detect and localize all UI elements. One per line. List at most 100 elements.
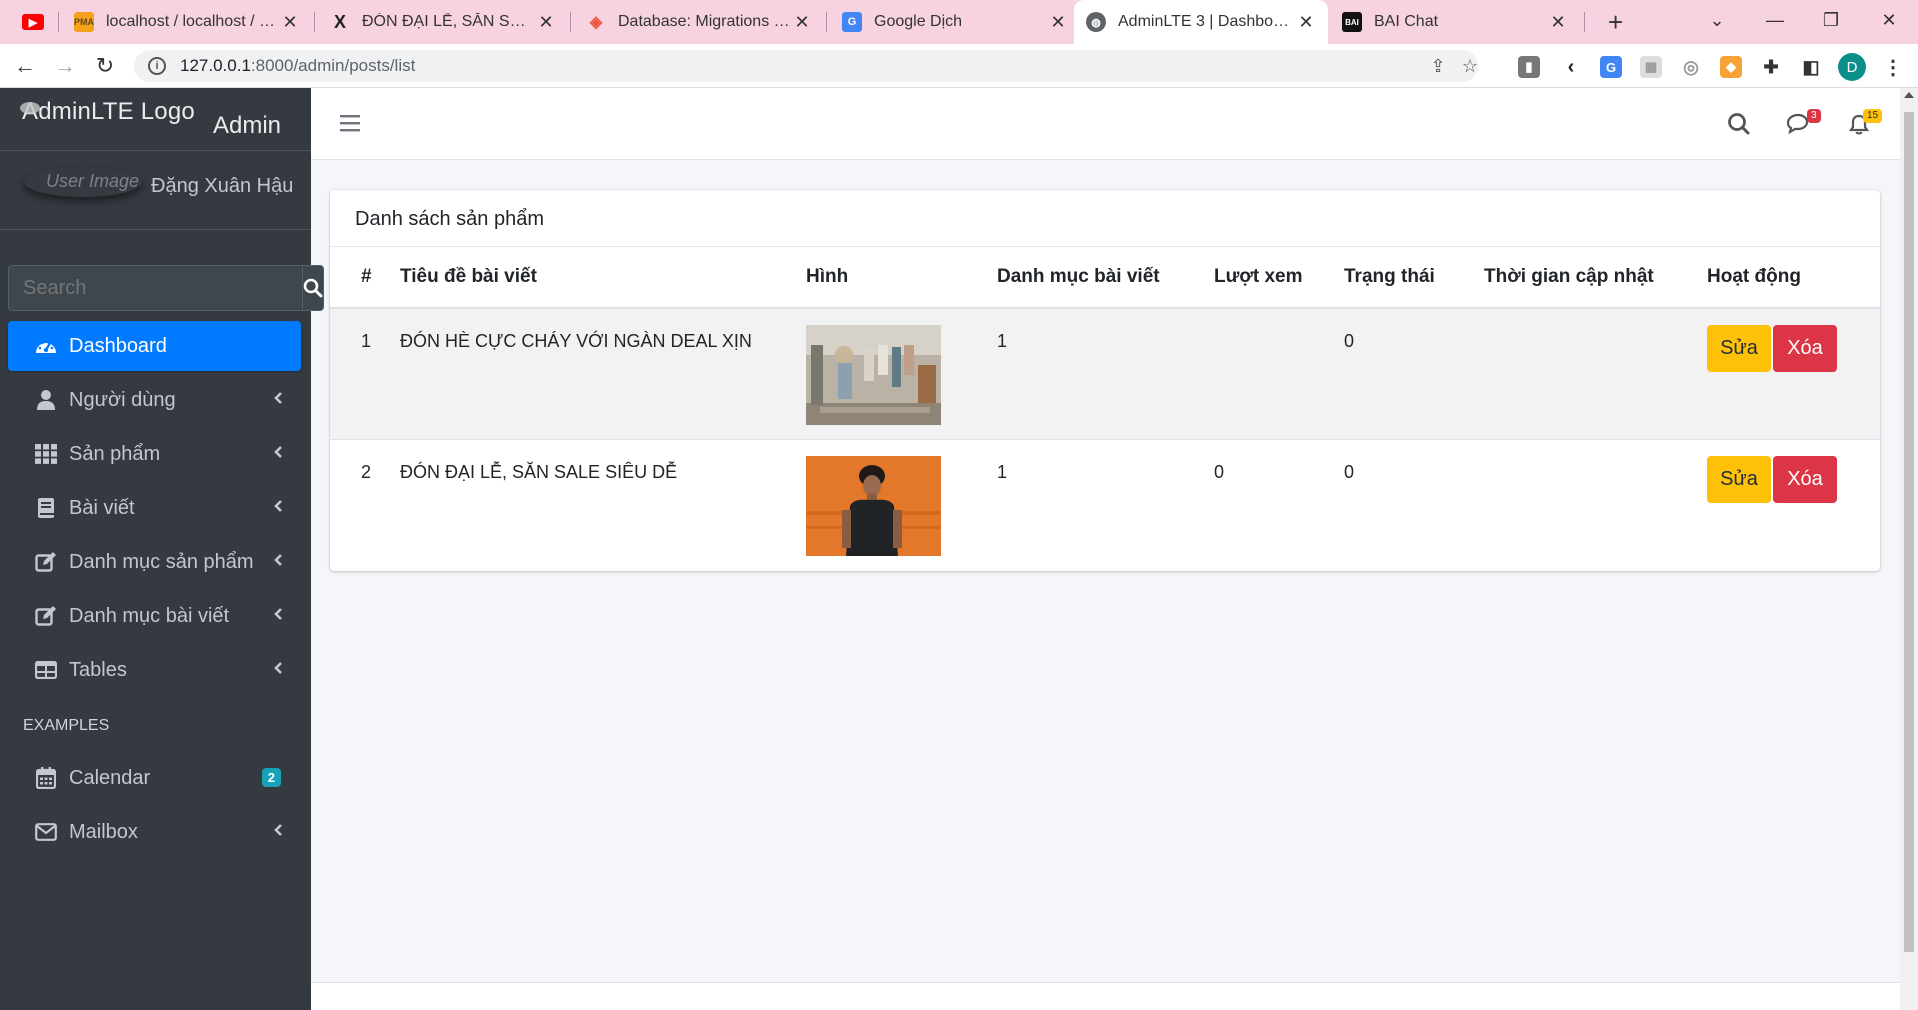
sidebar-item-post-categories[interactable]: Danh mục bài viết xyxy=(8,591,301,641)
chevron-left-icon xyxy=(274,608,282,620)
envelope-icon xyxy=(33,820,59,844)
page-scrollbar[interactable] xyxy=(1900,88,1918,1010)
phpmyadmin-icon: PMA xyxy=(74,12,94,32)
globe-icon: ◍ xyxy=(1086,12,1106,32)
sidebar-nav: Dashboard Người dùng Sản phẩm Bài viết D… xyxy=(8,321,301,861)
edit-button[interactable]: Sửa xyxy=(1707,455,1771,503)
sidebar-item-product-categories[interactable]: Danh mục sản phẩm xyxy=(8,537,301,587)
navbar-search-icon[interactable] xyxy=(1725,110,1753,138)
back-icon[interactable]: ← xyxy=(11,52,39,80)
messages-count-badge: 3 xyxy=(1807,109,1821,123)
browser-tab-strip: ▶ PMA localhost / localhost / shop ✕ X Đ… xyxy=(0,0,1918,44)
sidebar-item-posts[interactable]: Bài viết xyxy=(8,483,301,533)
tab-title: ĐÓN ĐẠI LỄ, SĂN SALE SIÊU xyxy=(362,13,536,30)
scrollbar-thumb[interactable] xyxy=(1904,112,1914,952)
tab-post[interactable]: X ĐÓN ĐẠI LỄ, SĂN SALE SIÊU ✕ xyxy=(318,0,568,44)
extensions-puzzle-icon[interactable]: ✚ xyxy=(1760,56,1782,78)
code-extension-icon[interactable]: ‹ xyxy=(1560,56,1582,78)
column-header-views: Lượt xem xyxy=(1214,247,1344,309)
sidebar-item-users[interactable]: Người dùng xyxy=(8,375,301,425)
tab-bai-chat[interactable]: BAI BAI Chat ✕ xyxy=(1330,0,1580,44)
close-tab-icon[interactable]: ✕ xyxy=(1296,12,1316,33)
sidebar-search xyxy=(8,265,324,311)
main-footer xyxy=(311,982,1900,1010)
row-title: ĐÓN ĐẠI LỄ, SĂN SALE SIÊU DỄ xyxy=(400,461,678,482)
new-tab-label: + xyxy=(1608,6,1624,37)
row-updated-at xyxy=(1484,439,1707,569)
column-header-index: # xyxy=(330,247,400,309)
sidebar-item-products[interactable]: Sản phẩm xyxy=(8,429,301,479)
tab-title: localhost / localhost / shop xyxy=(106,13,280,30)
app-icon: X xyxy=(333,11,346,32)
translate-extension-icon[interactable]: G xyxy=(1600,56,1622,78)
extension-icon[interactable]: ◆ xyxy=(1720,56,1742,78)
delete-button[interactable]: Xóa xyxy=(1773,455,1837,503)
sidebar-item-mailbox[interactable]: Mailbox xyxy=(8,807,301,857)
address-bar[interactable]: i 127.0.0.1:8000/admin/posts/list ⇪ ☆ xyxy=(134,50,1478,82)
tab-youtube[interactable]: ▶ xyxy=(10,0,58,44)
chevron-left-icon xyxy=(274,500,282,512)
share-icon[interactable]: ⇪ xyxy=(1428,56,1448,76)
column-header-title: Tiêu đề bài viết xyxy=(400,247,806,309)
content-wrapper: Danh sách sản phẩm # Tiêu đề bài viết Hì… xyxy=(311,160,1900,982)
sidebar-search-input[interactable] xyxy=(8,265,302,311)
profile-initial: D xyxy=(1846,58,1858,76)
chevron-left-icon xyxy=(274,446,282,458)
extension-icon[interactable]: ▦ xyxy=(1640,56,1662,78)
brand-text: Admin xyxy=(213,112,282,139)
brand-logo: AdminLTE Logo xyxy=(20,98,195,125)
restore-icon[interactable]: ❐ xyxy=(1808,0,1854,40)
minimize-icon[interactable]: — xyxy=(1752,0,1798,40)
close-tab-icon[interactable]: ✕ xyxy=(536,12,556,33)
sidebar-item-label: Danh mục bài viết xyxy=(69,604,230,627)
tab-adminlte[interactable]: ◍ AdminLTE 3 | Dashboard ✕ xyxy=(1074,0,1328,44)
tab-search-icon[interactable]: ⌄ xyxy=(1694,0,1740,40)
post-thumbnail xyxy=(806,325,941,425)
notifications-dropdown[interactable]: 15 xyxy=(1845,109,1883,138)
delete-button[interactable]: Xóa xyxy=(1773,325,1837,372)
row-image-cell xyxy=(806,308,997,440)
side-panel-icon[interactable]: ◧ xyxy=(1800,56,1822,78)
close-tab-icon[interactable]: ✕ xyxy=(1048,12,1068,33)
table-icon xyxy=(33,658,59,682)
scroll-up-arrow-icon[interactable] xyxy=(1904,92,1914,98)
browser-toolbar: ← → ↻ i 127.0.0.1:8000/admin/posts/list … xyxy=(0,44,1918,88)
calendar-icon xyxy=(33,766,59,790)
sidebar-item-calendar[interactable]: Calendar 2 xyxy=(8,753,301,803)
brand-link[interactable]: AdminLTE Logo Admin xyxy=(0,88,311,148)
messages-dropdown[interactable]: 3 xyxy=(1785,109,1821,138)
main-sidebar: AdminLTE Logo Admin User Image Đặng Xuân… xyxy=(0,88,324,1010)
extension-icon[interactable]: ▮ xyxy=(1518,56,1540,78)
row-views xyxy=(1214,308,1344,440)
user-name-link[interactable]: Đặng Xuân Hậu xyxy=(151,175,293,198)
new-tab-button[interactable]: + xyxy=(1596,0,1632,44)
profile-avatar[interactable]: D xyxy=(1838,53,1866,81)
sidebar-item-label: Mailbox xyxy=(69,820,138,843)
tab-google-translate[interactable]: G Google Dịch ✕ xyxy=(830,0,1080,44)
tab-phpmyadmin[interactable]: PMA localhost / localhost / shop ✕ xyxy=(62,0,312,44)
calendar-badge: 2 xyxy=(261,768,281,787)
sidebar-item-tables[interactable]: Tables xyxy=(8,645,301,695)
sidebar-item-label: Calendar xyxy=(69,766,151,789)
close-window-icon[interactable]: ✕ xyxy=(1866,0,1912,40)
chrome-menu-icon[interactable]: ⋮ xyxy=(1882,56,1904,79)
extension-icon[interactable]: ◎ xyxy=(1680,56,1702,78)
sidebar-item-dashboard[interactable]: Dashboard xyxy=(8,321,301,371)
sidebar-item-label: Danh mục sản phẩm xyxy=(69,550,254,573)
close-tab-icon[interactable]: ✕ xyxy=(1548,12,1568,33)
column-header-status: Trạng thái xyxy=(1344,247,1484,309)
site-info-icon[interactable]: i xyxy=(148,57,166,75)
edit-button[interactable]: Sửa xyxy=(1707,325,1771,372)
sidebar-item-label: Dashboard xyxy=(69,334,167,357)
tab-migrations[interactable]: ◈ Database: Migrations - Lar ✕ xyxy=(574,0,824,44)
tab-title: Database: Migrations - Lar xyxy=(618,13,792,30)
tachometer-icon xyxy=(33,334,59,358)
bookmark-star-icon[interactable]: ☆ xyxy=(1460,56,1480,76)
laravel-icon: ◈ xyxy=(589,14,603,31)
reload-icon[interactable]: ↻ xyxy=(91,52,119,80)
menu-toggle-icon[interactable] xyxy=(340,114,360,132)
close-tab-icon[interactable]: ✕ xyxy=(280,12,300,33)
close-tab-icon[interactable]: ✕ xyxy=(792,12,812,33)
row-category: 1 xyxy=(997,308,1214,440)
forward-icon[interactable]: → xyxy=(51,52,79,80)
